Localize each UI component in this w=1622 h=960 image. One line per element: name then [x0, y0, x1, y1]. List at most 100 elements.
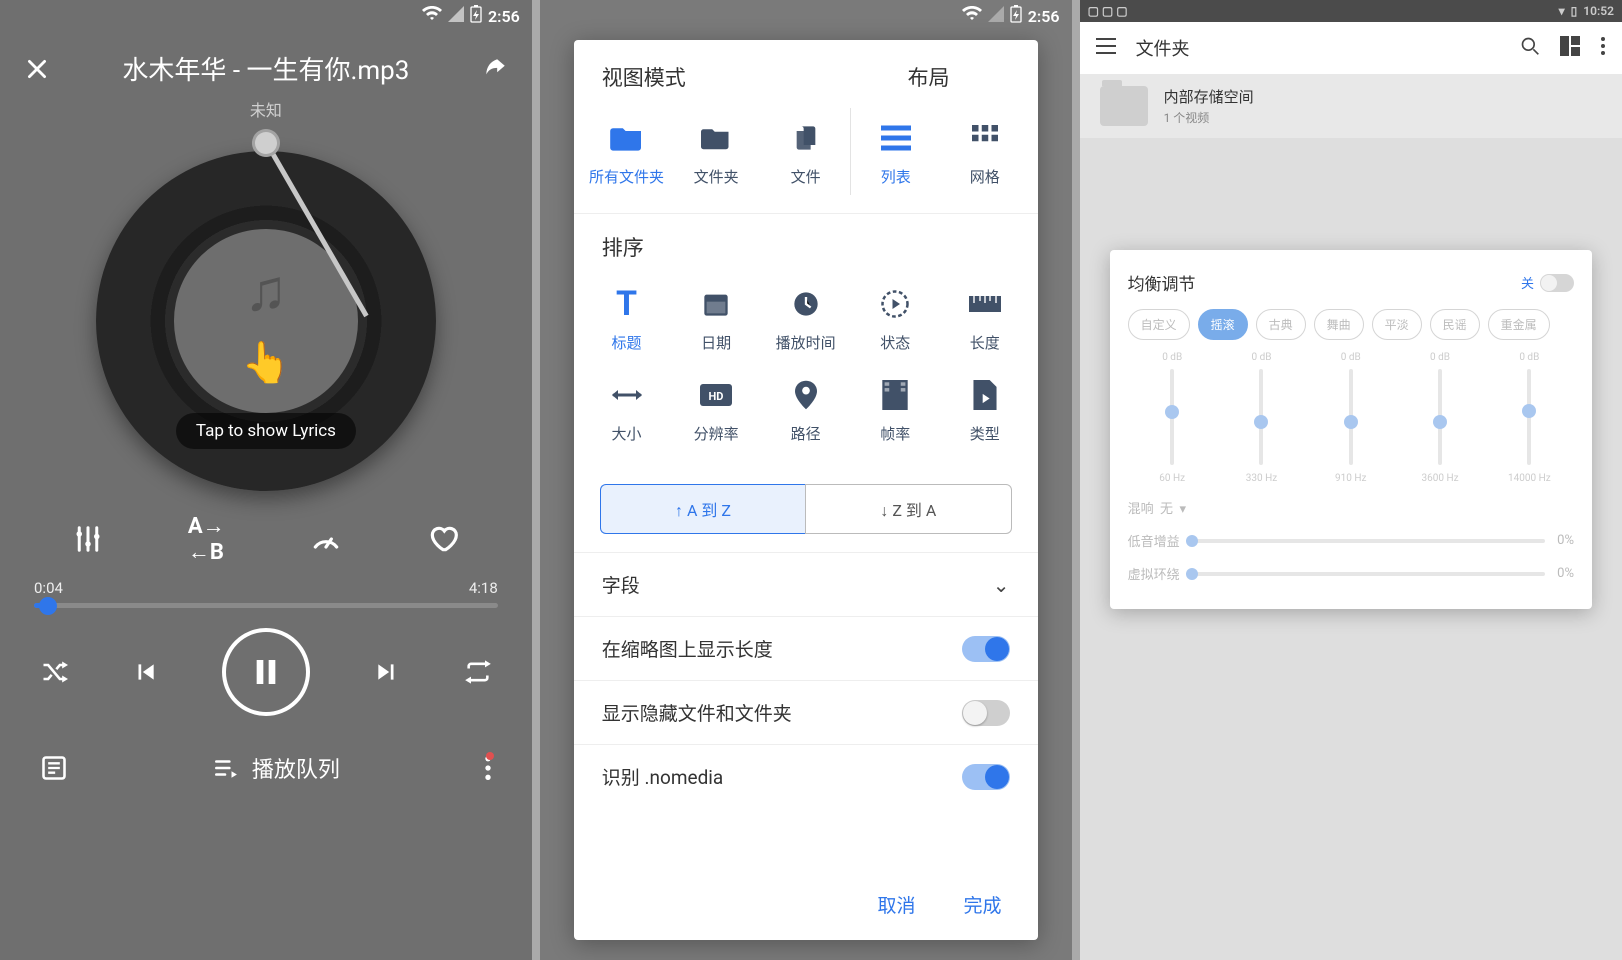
tap-hand-icon: 👆	[241, 339, 291, 386]
equalizer-icon[interactable]	[73, 524, 103, 554]
eq-band[interactable]: 0 dB910 Hz	[1321, 352, 1381, 484]
eq-band[interactable]: 0 dB60 Hz	[1142, 352, 1202, 484]
app-bar: 文件夹	[1080, 22, 1622, 74]
toggle-label: 显示隐藏文件和文件夹	[602, 699, 792, 726]
queue-label: 播放队列	[252, 752, 340, 784]
sort-direction: ↑ A 到 Z ↓ Z 到 A	[600, 484, 1012, 534]
cancel-button[interactable]: 取消	[878, 891, 916, 918]
wifi-icon	[962, 6, 982, 26]
eq-switch[interactable]	[1540, 274, 1574, 292]
chevron-down-icon: ⌄	[993, 573, 1010, 597]
eq-title: 均衡调节	[1128, 270, 1196, 295]
bass-row: 低音增益 0%	[1128, 531, 1574, 550]
toggle-hidden: 显示隐藏文件和文件夹	[574, 680, 1038, 744]
battery-icon	[470, 5, 482, 27]
layout-label: 布局	[908, 62, 950, 92]
svg-text:HD: HD	[709, 390, 724, 403]
feature-row: A→←B	[0, 501, 532, 577]
pause-button[interactable]	[222, 628, 310, 716]
shuffle-icon[interactable]	[40, 658, 68, 686]
surround-slider[interactable]	[1192, 572, 1546, 576]
view-toggle-icon[interactable]	[1560, 36, 1580, 61]
wifi-icon	[422, 6, 442, 26]
progress-area: 0:04 4:18	[0, 577, 532, 610]
eq-band[interactable]: 0 dB14000 Hz	[1499, 352, 1559, 484]
status-bar: 2:56	[0, 0, 532, 32]
player-screen: 2:56 水木年华 - 一生有你.mp3 未知 ♫ 👆 Tap to show …	[0, 0, 532, 960]
eq-band[interactable]: 0 dB3600 Hz	[1410, 352, 1470, 484]
sort-type[interactable]: 类型	[940, 365, 1030, 452]
time-total: 4:18	[469, 579, 498, 597]
sort-playtime[interactable]: 播放时间	[761, 274, 851, 361]
player-header: 水木年华 - 一生有你.mp3	[0, 32, 532, 87]
sort-grid-1: T标题 日期 播放时间 状态 长度	[574, 266, 1038, 365]
next-icon[interactable]	[374, 659, 400, 685]
music-note-icon: ♫	[244, 257, 288, 325]
ab-repeat-icon[interactable]: A→←B	[188, 513, 225, 565]
more-icon[interactable]	[1600, 36, 1606, 61]
time-elapsed: 0:04	[34, 579, 63, 597]
preset-chip[interactable]: 古典	[1256, 309, 1306, 340]
lyrics-list-icon[interactable]	[40, 754, 68, 782]
done-button[interactable]: 完成	[964, 891, 1002, 918]
switch-thumb-length[interactable]	[962, 636, 1010, 662]
status-bar: ▢ ▢ ▢ ▾ ▯ 10:52	[1080, 0, 1622, 22]
sort-framerate[interactable]: 帧率	[850, 365, 940, 452]
signal-icon	[448, 6, 464, 26]
sort-path[interactable]: 路径	[761, 365, 851, 452]
bass-slider[interactable]	[1192, 539, 1546, 543]
toggle-label: 识别 .nomedia	[602, 763, 723, 790]
sort-asc[interactable]: ↑ A 到 Z	[600, 484, 805, 534]
preset-chip[interactable]: 自定义	[1128, 309, 1190, 340]
repeat-icon[interactable]	[464, 658, 492, 686]
view-settings-sheet: 视图模式 布局 所有文件夹 文件夹 文件 列表 网格 排序 T标题 日期 播放时…	[574, 40, 1038, 940]
sort-grid-2: 大小 HD分辨率 路径 帧率 类型	[574, 365, 1038, 470]
favorite-icon[interactable]	[427, 523, 459, 555]
switch-hidden[interactable]	[962, 700, 1010, 726]
eq-bands: 0 dB60 Hz 0 dB330 Hz 0 dB910 Hz 0 dB3600 Hz…	[1128, 352, 1574, 484]
layout-list[interactable]: 列表	[850, 108, 940, 195]
switch-nomedia[interactable]	[962, 764, 1010, 790]
toggle-nomedia: 识别 .nomedia	[574, 744, 1038, 808]
preset-chip[interactable]: 民谣	[1430, 309, 1480, 340]
sort-resolution[interactable]: HD分辨率	[671, 365, 761, 452]
lyrics-hint[interactable]: Tap to show Lyrics	[176, 413, 356, 449]
preset-chip[interactable]: 舞曲	[1314, 309, 1364, 340]
view-all-folders[interactable]: 所有文件夹	[582, 108, 672, 195]
sort-status[interactable]: 状态	[850, 274, 940, 361]
vinyl-area[interactable]: ♫ 👆 Tap to show Lyrics	[96, 151, 436, 491]
close-icon[interactable]	[24, 56, 50, 82]
surround-row: 虚拟环绕 0%	[1128, 564, 1574, 583]
eq-band[interactable]: 0 dB330 Hz	[1231, 352, 1291, 484]
sort-length[interactable]: 长度	[940, 274, 1030, 361]
menu-icon[interactable]	[1096, 38, 1116, 59]
speed-icon[interactable]	[310, 523, 342, 555]
prev-icon[interactable]	[132, 659, 158, 685]
sheet-footer: 取消 完成	[574, 869, 1038, 940]
view-folders[interactable]: 文件夹	[671, 108, 761, 195]
battery-icon: ▯	[1571, 4, 1578, 18]
layout-grid[interactable]: 网格	[940, 108, 1030, 195]
sort-desc[interactable]: ↓ Z 到 A	[805, 484, 1011, 534]
battery-icon	[1010, 5, 1022, 27]
preset-chip[interactable]: 重金属	[1488, 309, 1550, 340]
folder-item[interactable]: 内部存储空间 1 个视频	[1080, 74, 1622, 138]
status-time: 2:56	[1028, 7, 1060, 26]
preset-chip[interactable]: 平淡	[1372, 309, 1422, 340]
eq-header: 均衡调节 关	[1128, 270, 1574, 295]
view-files[interactable]: 文件	[761, 108, 851, 195]
share-icon[interactable]	[482, 56, 508, 82]
reverb-row[interactable]: 混响 无 ▾	[1128, 498, 1574, 517]
sort-date[interactable]: 日期	[671, 274, 761, 361]
equalizer-card: 均衡调节 关 自定义摇滚古典舞曲平淡民谣重金属 0 dB60 Hz 0 dB330…	[1110, 250, 1592, 609]
more-icon[interactable]	[484, 754, 492, 782]
row-label: 低音增益	[1128, 531, 1180, 550]
fields-accordion[interactable]: 字段 ⌄	[574, 552, 1038, 616]
queue-button[interactable]: 播放队列	[68, 752, 484, 784]
preset-chip[interactable]: 摇滚	[1198, 309, 1248, 340]
sort-size[interactable]: 大小	[582, 365, 672, 452]
seek-bar[interactable]	[34, 603, 498, 608]
sort-title[interactable]: T标题	[582, 274, 672, 361]
search-icon[interactable]	[1520, 36, 1540, 61]
row-val: 0%	[1557, 566, 1574, 581]
